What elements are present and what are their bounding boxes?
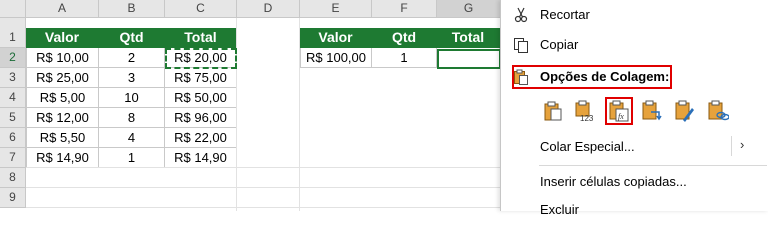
menu-item-delete[interactable]: Excluir <box>501 197 768 223</box>
row-header-1[interactable]: 1 <box>0 28 26 48</box>
column-header-c[interactable]: C <box>165 0 237 18</box>
menu-item-cut-label: Recortar <box>540 7 590 22</box>
gridline <box>26 207 500 208</box>
table2-cell[interactable]: R$ 100,00 <box>300 48 372 68</box>
column-header-b[interactable]: B <box>99 0 165 18</box>
menu-separator <box>539 165 767 166</box>
scissors-icon <box>514 7 528 23</box>
svg-text:fx: fx <box>618 112 624 121</box>
select-all-corner[interactable] <box>0 0 26 18</box>
paste-icon[interactable] <box>542 100 564 122</box>
row-header-2[interactable]: 2 <box>0 48 26 68</box>
row-header-5[interactable]: 5 <box>0 108 26 128</box>
column-header-d[interactable]: D <box>237 0 300 18</box>
table1-header-total[interactable]: Total <box>165 28 237 48</box>
table2-header-total[interactable]: Total <box>437 28 500 48</box>
gridline <box>236 18 237 211</box>
menu-item-insert-copied[interactable]: Inserir células copiadas... <box>501 169 768 195</box>
menu-item-copy-label: Copiar <box>540 37 579 52</box>
row-header-7[interactable]: 7 <box>0 148 26 168</box>
table1-cell[interactable]: R$ 14,90 <box>165 148 237 168</box>
submenu-divider <box>731 136 732 156</box>
paste-transpose-icon[interactable] <box>641 100 663 122</box>
menu-item-delete-label: Excluir <box>540 202 580 217</box>
menu-item-paste-special-label: Colar Especial... <box>540 139 635 154</box>
active-cell-indicator <box>437 49 501 69</box>
gridline <box>26 187 500 188</box>
row-header-8[interactable]: 8 <box>0 168 26 188</box>
gridline <box>26 167 500 168</box>
table1-cell[interactable]: 8 <box>99 108 165 128</box>
table1-cell[interactable]: R$ 12,00 <box>26 108 99 128</box>
copy-icon <box>514 38 528 53</box>
table1-cell[interactable]: R$ 25,00 <box>26 68 99 88</box>
table2-cell[interactable]: 1 <box>372 48 437 68</box>
menu-item-copy[interactable]: Copiar <box>501 32 768 58</box>
table1-cell[interactable]: R$ 22,00 <box>165 128 237 148</box>
table1-cell[interactable]: R$ 50,00 <box>165 88 237 108</box>
table1-cell[interactable]: R$ 75,00 <box>165 68 237 88</box>
table2-header-qtd[interactable]: Qtd <box>372 28 437 48</box>
menu-item-paste-special[interactable]: Colar Especial... <box>501 134 768 160</box>
paste-options-highlight <box>512 65 672 89</box>
table1-cell[interactable]: R$ 10,00 <box>26 48 99 68</box>
column-header-a[interactable]: A <box>26 0 99 18</box>
row-header-9[interactable]: 9 <box>0 188 26 208</box>
column-header-g[interactable]: G <box>437 0 501 18</box>
row-header-spacer <box>0 18 26 28</box>
table1-cell[interactable]: R$ 96,00 <box>165 108 237 128</box>
svg-text:123: 123 <box>580 114 594 122</box>
column-header-e[interactable]: E <box>300 0 372 18</box>
table1-cell[interactable]: R$ 5,50 <box>26 128 99 148</box>
table2-header-valor[interactable]: Valor <box>300 28 372 48</box>
paste-formulas-icon[interactable]: fx <box>608 100 630 122</box>
table1-header-valor[interactable]: Valor <box>26 28 99 48</box>
row-header-3[interactable]: 3 <box>0 68 26 88</box>
row-header-4[interactable]: 4 <box>0 88 26 108</box>
column-header-f[interactable]: F <box>372 0 437 18</box>
table1-cell[interactable]: 10 <box>99 88 165 108</box>
menu-item-insert-copied-label: Inserir células copiadas... <box>540 174 687 189</box>
table1-cell[interactable]: 3 <box>99 68 165 88</box>
chevron-right-icon[interactable]: › <box>740 137 744 152</box>
table1-cell[interactable]: 4 <box>99 128 165 148</box>
menu-item-cut[interactable]: Recortar <box>501 2 768 28</box>
paste-link-icon[interactable] <box>707 100 729 122</box>
context-menu: Recortar Copiar Opções de Colagem: 123 f… <box>500 0 768 217</box>
table1-cell[interactable]: R$ 14,90 <box>26 148 99 168</box>
paste-formatting-icon[interactable] <box>674 100 696 122</box>
table1-cell[interactable]: 1 <box>99 148 165 168</box>
copy-marquee <box>165 48 237 69</box>
table1-cell[interactable]: R$ 5,00 <box>26 88 99 108</box>
table1-header-qtd[interactable]: Qtd <box>99 28 165 48</box>
row-header-6[interactable]: 6 <box>0 128 26 148</box>
paste-values-icon[interactable]: 123 <box>574 100 596 122</box>
table1-cell[interactable]: 2 <box>99 48 165 68</box>
